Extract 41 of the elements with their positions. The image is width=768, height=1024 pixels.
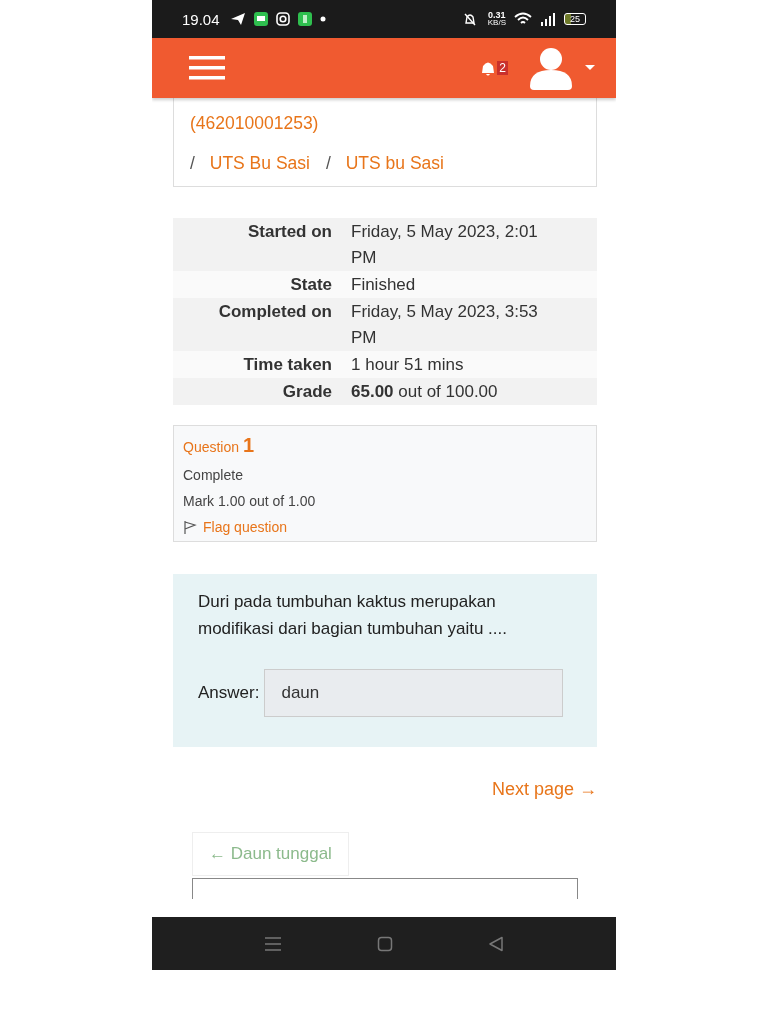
previous-page-button[interactable]: ← Daun tunggal [192,832,349,876]
sheet-app-icon [297,12,312,26]
summary-label: Completed on [217,301,333,323]
summary-value: Friday, 5 May 2023, 2:01 PM [351,221,539,269]
breadcrumb-separator: / [190,153,195,173]
question-text: Duri pada tumbuhan kaktus merupakan modifikasi dari bagian tumbuhan yaitu .... [198,591,508,640]
summary-value: 65.00 out of 100.00 [351,381,499,403]
summary-label: Grade [281,381,333,403]
send-icon [229,12,246,26]
question-number: Question 1 [183,434,256,457]
menu-icon[interactable] [188,55,226,81]
dot-icon [319,16,326,22]
menu-icon[interactable] [264,935,282,952]
summary-value: Finished [351,274,417,296]
chat-app-icon [253,12,268,26]
breadcrumb-link[interactable]: UTS Bu Sasi [209,153,310,173]
wifi-icon [514,12,532,26]
answer-label: Answer: [198,683,260,703]
status-time: 19.04 [182,10,220,28]
caret-icon[interactable] [584,64,596,72]
back-icon[interactable] [488,935,504,952]
camera-app-icon [275,12,290,26]
question-state: Complete [183,467,244,483]
answer-field[interactable]: daun [264,669,564,717]
summary-value: 1 hour 51 mins [351,354,465,376]
breadcrumb-link[interactable]: UTS bu Sasi [345,153,444,173]
question-mark: Mark 1.00 out of 1.00 [183,493,317,509]
summary-label: Time taken [242,354,333,376]
signal-icon [540,12,556,26]
home-icon[interactable] [377,935,393,952]
breadcrumb-link[interactable]: (462010001253) [190,113,319,133]
battery-level: 25 [564,13,586,25]
summary-label: State [289,274,333,296]
next-page-link[interactable]: Next page → [491,779,597,800]
flag-question-link[interactable]: Flag question [203,519,288,535]
user-avatar-icon[interactable] [528,46,574,90]
summary-label: Started on [246,221,333,243]
notification-badge: 2 [497,61,508,75]
breadcrumb-separator: / [325,153,331,173]
network-speed: 0.31 KB/S [487,11,506,27]
summary-value: Friday, 5 May 2023, 3:53 PM [351,301,539,349]
